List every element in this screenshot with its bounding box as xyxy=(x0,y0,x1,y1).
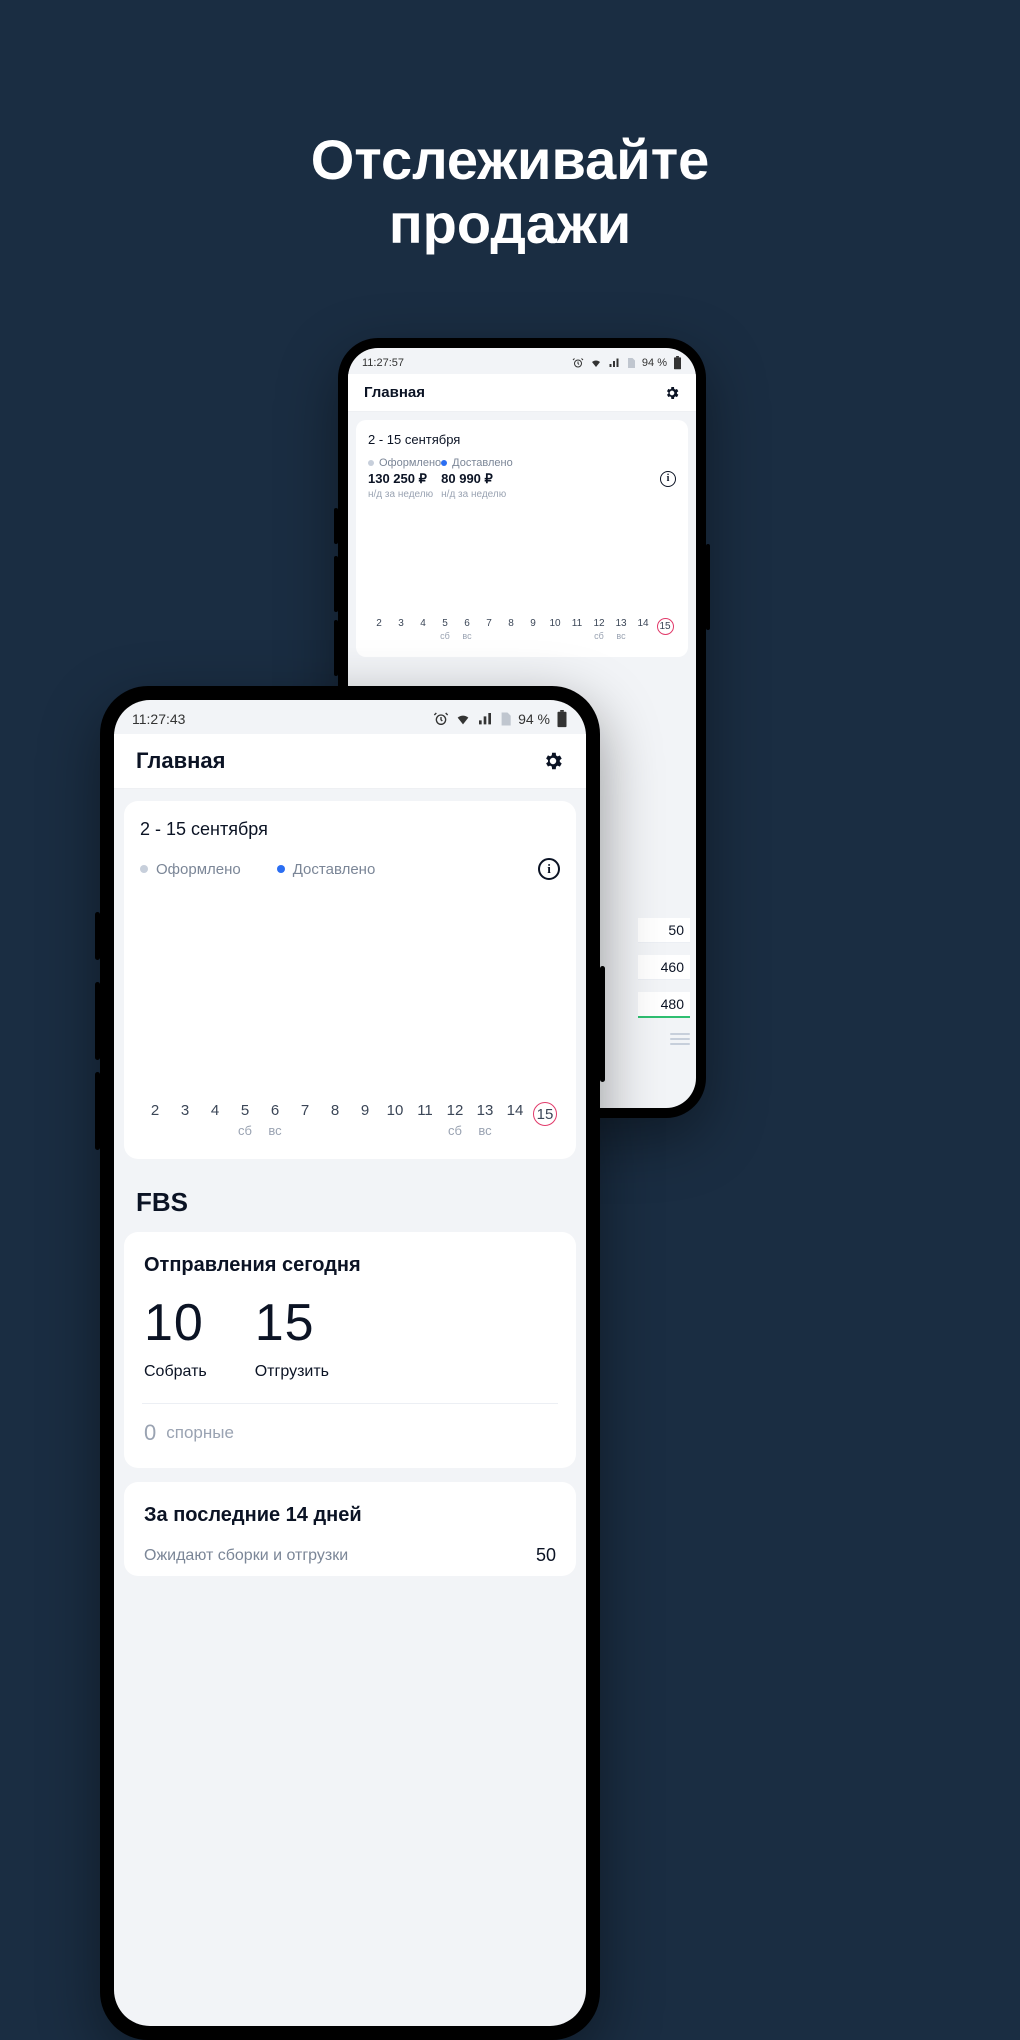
phone-mock-front: 11:27:43 94 % Главная 2 - 15 сентября Оф… xyxy=(100,686,600,2040)
fbs-disputed[interactable]: 0 спорные xyxy=(144,1420,556,1446)
x-axis: 2 3 4 5сб6вс7 8 9 10 11 12сб13вс14 15 xyxy=(368,618,676,647)
info-icon[interactable]: i xyxy=(538,858,560,880)
formed-amount: 130 250 ₽ xyxy=(368,471,441,487)
last14-row-awaiting[interactable]: Ожидают сборки и отгрузки 50 xyxy=(144,1545,556,1566)
status-time: 11:27:43 xyxy=(132,711,185,727)
info-icon[interactable]: i xyxy=(660,471,676,487)
status-time: 11:27:57 xyxy=(362,357,404,369)
bar-chart xyxy=(140,902,560,1092)
status-bar: 11:27:57 94 % xyxy=(348,348,696,374)
last14-title: За последние 14 дней xyxy=(144,1504,556,1527)
hero-title: Отслеживайте продажи xyxy=(0,0,1020,257)
battery-pct: 94 % xyxy=(642,357,667,369)
legend-formed: Оформлено xyxy=(140,861,241,878)
page-title: Главная xyxy=(136,748,225,774)
gear-icon[interactable] xyxy=(664,385,680,401)
app-header: Главная xyxy=(348,374,696,412)
last14-card: За последние 14 дней Ожидают сборки и от… xyxy=(124,1482,576,1576)
battery-icon xyxy=(556,710,568,728)
alarm-icon xyxy=(572,357,584,369)
fbs-shipments-card: Отправления сегодня 10 Собрать 15 Отгруз… xyxy=(124,1232,576,1468)
legend-delivered: Доставлено xyxy=(277,861,376,878)
fbs-shipments-title: Отправления сегодня xyxy=(144,1254,556,1277)
gear-icon[interactable] xyxy=(542,750,564,772)
alarm-icon xyxy=(433,711,449,727)
signal-icon xyxy=(477,711,493,727)
fbs-collect[interactable]: 10 Собрать xyxy=(144,1293,207,1381)
app-header: Главная xyxy=(114,734,586,789)
wifi-icon xyxy=(590,357,602,369)
date-range: 2 - 15 сентября xyxy=(368,432,676,447)
fbs-ship[interactable]: 15 Отгрузить xyxy=(255,1293,329,1381)
chart-card: 2 - 15 сентября Оформлено Доставлено i 2… xyxy=(124,801,576,1159)
chart-card: 2 - 15 сентября Оформлено 130 250 ₽ н/д … xyxy=(356,420,688,657)
x-axis: 2 3 4 5сб6вс7 8 9 10 11 12сб13вс14 15 xyxy=(140,1102,560,1145)
delivered-amount: 80 990 ₽ xyxy=(441,471,513,487)
wifi-icon xyxy=(455,711,471,727)
date-range: 2 - 15 сентября xyxy=(140,819,560,840)
sim-icon xyxy=(499,711,512,727)
battery-pct: 94 % xyxy=(518,711,550,727)
legend-formed: Оформлено xyxy=(368,457,441,469)
menu-icon[interactable] xyxy=(670,1030,690,1048)
sim-icon xyxy=(626,357,636,369)
legend-delivered: Доставлено xyxy=(441,457,513,469)
signal-icon xyxy=(608,357,620,369)
status-bar: 11:27:43 94 % xyxy=(114,700,586,734)
fbs-section-title: FBS xyxy=(114,1159,586,1224)
battery-icon xyxy=(673,356,682,370)
bar-chart xyxy=(368,512,676,612)
page-title: Главная xyxy=(364,384,425,401)
peek-values: 50 460 480 xyxy=(638,918,690,1048)
